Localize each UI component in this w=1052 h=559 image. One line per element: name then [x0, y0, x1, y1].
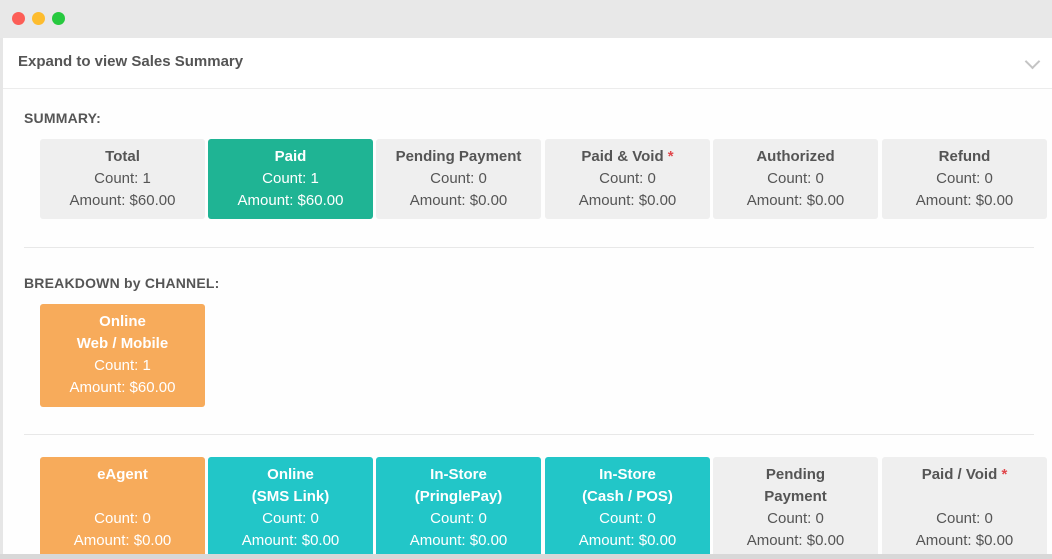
channel-card-instore-pringlepay[interactable]: In-Store (PringlePay) Count: 0 Amount: $… [376, 457, 541, 554]
channel-card-eagent[interactable]: eAgent Count: 0 Amount: $0.00 [40, 457, 205, 554]
channel-card-online-sms-link[interactable]: Online (SMS Link) Count: 0 Amount: $0.00 [208, 457, 373, 554]
minimize-window-button[interactable] [32, 12, 45, 25]
card-title: Authorized [756, 148, 835, 165]
channel-card-pending-payment[interactable]: Pending Payment Count: 0 Amount: $0.00 [713, 457, 878, 554]
summary-heading: SUMMARY: [24, 110, 102, 126]
card-count: Count: 1 [94, 357, 151, 374]
card-title: In-Store [430, 466, 487, 483]
card-count: Count: 1 [94, 170, 151, 187]
card-count: Count: 0 [599, 510, 656, 527]
channel-card-instore-cash-pos[interactable]: In-Store (Cash / POS) Count: 0 Amount: $… [545, 457, 710, 554]
card-amount: Amount: $0.00 [241, 532, 340, 549]
card-title: Online [99, 313, 146, 330]
section-divider [24, 434, 1034, 435]
summary-card-pending-payment[interactable]: Pending Payment Count: 0 Amount: $0.00 [376, 139, 541, 219]
card-amount: Amount: $0.00 [915, 192, 1014, 209]
content-panel: Expand to view Sales Summary SUMMARY: To… [3, 38, 1052, 554]
card-subtitle: Web / Mobile [76, 335, 169, 352]
card-count: Count: 0 [767, 170, 824, 187]
card-count: Count: 1 [262, 170, 319, 187]
card-amount: Amount: $0.00 [409, 192, 508, 209]
window-bottom-edge [0, 554, 1052, 559]
maximize-window-button[interactable] [52, 12, 65, 25]
breakdown-heading: BREAKDOWN by CHANNEL: [24, 275, 220, 291]
sales-summary-expander[interactable]: Expand to view Sales Summary [3, 38, 1052, 89]
card-amount: Amount: $60.00 [69, 192, 176, 209]
channel-card-paid-void[interactable]: Paid / Void * Count: 0 Amount: $0.00 [882, 457, 1047, 554]
summary-card-paid[interactable]: Paid Count: 1 Amount: $60.00 [208, 139, 373, 219]
chevron-down-icon[interactable] [1024, 53, 1041, 70]
card-subtitle: (PringlePay) [414, 488, 503, 505]
card-title: In-Store [599, 466, 656, 483]
expander-title: Expand to view Sales Summary [18, 53, 244, 70]
summary-card-authorized[interactable]: Authorized Count: 0 Amount: $0.00 [713, 139, 878, 219]
card-amount: Amount: $0.00 [73, 532, 172, 549]
card-title: Total [105, 148, 140, 165]
summary-card-paid-void[interactable]: Paid & Void * Count: 0 Amount: $0.00 [545, 139, 710, 219]
card-count: Count: 0 [767, 510, 824, 527]
card-amount: Amount: $0.00 [915, 532, 1014, 549]
summary-card-total[interactable]: Total Count: 1 Amount: $60.00 [40, 139, 205, 219]
card-title: Pending Payment [395, 148, 522, 165]
card-title-row: Paid & Void * [545, 146, 710, 168]
card-count: Count: 0 [936, 170, 993, 187]
card-title: Paid / Void [921, 466, 998, 483]
card-subtitle: Payment [764, 488, 827, 505]
card-count: Count: 0 [430, 170, 487, 187]
required-marker: * [667, 148, 674, 165]
card-title: Pending [765, 466, 826, 483]
card-amount: Amount: $0.00 [409, 532, 508, 549]
card-title-row: Paid / Void * [882, 464, 1047, 486]
card-amount: Amount: $0.00 [746, 532, 845, 549]
card-title: Paid [274, 148, 307, 165]
card-count: Count: 0 [936, 510, 993, 527]
summary-card-refund[interactable]: Refund Count: 0 Amount: $0.00 [882, 139, 1047, 219]
card-title: Online [267, 466, 314, 483]
window-titlebar [0, 0, 1052, 38]
card-count: Count: 0 [262, 510, 319, 527]
card-amount: Amount: $60.00 [237, 192, 344, 209]
card-subtitle [40, 486, 205, 508]
card-amount: Amount: $60.00 [69, 379, 176, 396]
card-amount: Amount: $0.00 [746, 192, 845, 209]
channel-card-online-web-mobile[interactable]: Online Web / Mobile Count: 1 Amount: $60… [40, 304, 205, 407]
card-amount: Amount: $0.00 [578, 192, 677, 209]
card-subtitle: (Cash / POS) [582, 488, 673, 505]
card-count: Count: 0 [94, 510, 151, 527]
card-subtitle: (SMS Link) [251, 488, 330, 505]
section-divider [24, 247, 1034, 248]
card-count: Count: 0 [599, 170, 656, 187]
close-window-button[interactable] [12, 12, 25, 25]
card-title: Refund [938, 148, 991, 165]
card-subtitle [882, 486, 1047, 508]
card-title: eAgent [97, 466, 148, 483]
card-title: Paid & Void [581, 148, 664, 165]
card-count: Count: 0 [430, 510, 487, 527]
card-amount: Amount: $0.00 [578, 532, 677, 549]
required-marker: * [1001, 466, 1008, 483]
